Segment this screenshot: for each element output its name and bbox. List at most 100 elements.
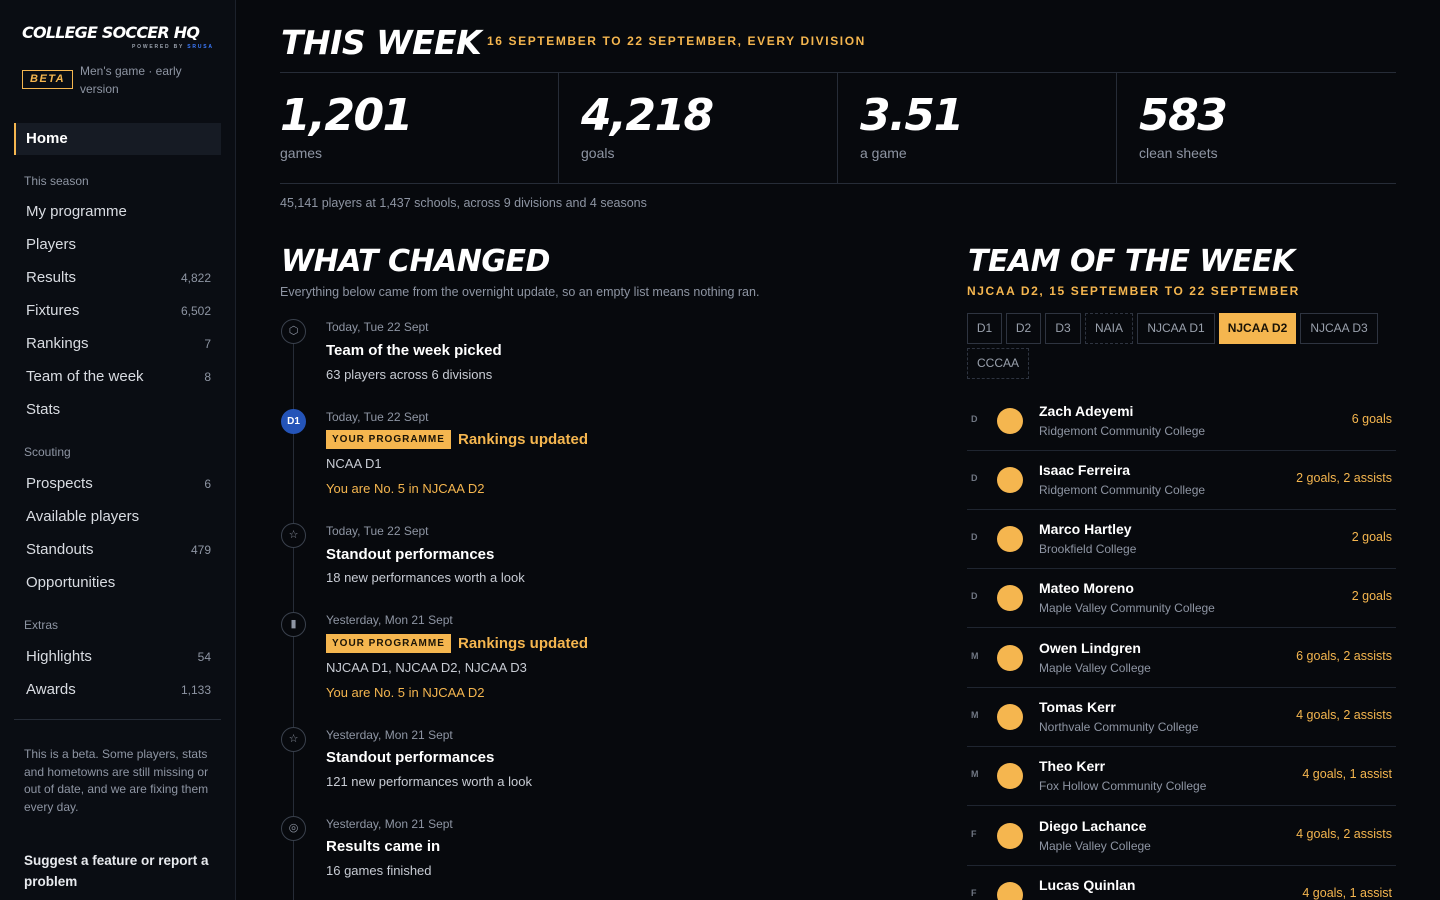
nav-item-results[interactable]: Results 4,822 xyxy=(26,267,211,289)
team-of-the-week-subtitle: NJCAA D2, 15 SEPTEMBER TO 22 SEPTEMBER xyxy=(967,284,1300,298)
player-name: Lucas Quinlan xyxy=(1039,877,1136,893)
what-changed-title: WHAT CHANGED xyxy=(281,244,550,279)
nav-item-players[interactable]: Players xyxy=(26,234,211,256)
stat-value: 3.51 xyxy=(860,90,964,141)
event-date: Today, Tue 22 Sept xyxy=(326,410,429,424)
stat-label: a game xyxy=(860,145,907,161)
nav-item-awards[interactable]: Awards 1,133 xyxy=(26,679,211,701)
nav-item-fixtures[interactable]: Fixtures 6,502 xyxy=(26,300,211,322)
player-name: Zach Adeyemi xyxy=(1039,403,1134,419)
nav-item-rankings[interactable]: Rankings 7 xyxy=(26,333,211,355)
event-detail: 16 games finished xyxy=(326,863,432,878)
player-school: Maple Valley College xyxy=(1039,661,1151,675)
event-title[interactable]: Team of the week picked xyxy=(326,342,502,359)
player-school: Fox Hollow Community College xyxy=(1039,779,1207,793)
bar-chart-icon: ▮ xyxy=(281,612,306,637)
nav-item-prospects[interactable]: Prospects 6 xyxy=(26,473,211,495)
player-name: Owen Lindgren xyxy=(1039,640,1141,656)
event-title[interactable]: Rankings updated xyxy=(458,635,588,652)
nav-item-count: 1,133 xyxy=(180,683,211,697)
nav-item-stats[interactable]: Stats xyxy=(26,399,211,421)
player-school: Ridgemont Community College xyxy=(1039,424,1206,438)
event-title[interactable]: Standout performances xyxy=(326,749,494,766)
nav-item-count: 4,822 xyxy=(180,271,211,285)
division-chip-d3[interactable]: D3 xyxy=(1045,313,1081,344)
player-row[interactable]: D Zach Adeyemi Ridgemont Community Colle… xyxy=(967,392,1396,451)
player-position: D xyxy=(971,591,978,601)
player-row[interactable]: D Mateo Moreno Maple Valley Community Co… xyxy=(967,569,1396,628)
logo-powered-by: POWERED BY SRUSA xyxy=(132,44,214,50)
nav-item-label: Stats xyxy=(26,401,61,418)
event-ranking-note: You are No. 5 in NJCAA D2 xyxy=(326,685,485,700)
nav-item-opportunities[interactable]: Opportunities xyxy=(26,572,211,594)
nav-item-standouts[interactable]: Standouts 479 xyxy=(26,539,211,561)
division-chip-njcaa-d2[interactable]: NJCAA D2 xyxy=(1219,313,1296,344)
player-school: Northvale Community College xyxy=(1039,720,1199,734)
week-stats: 1,201 games 4,218 goals 3.51 a game 583 … xyxy=(280,72,1396,184)
player-row[interactable]: D Marco Hartley Brookfield College 2 goa… xyxy=(967,510,1396,569)
nav-item-label: Available players xyxy=(26,508,140,525)
stat-goals-per-game: 3.51 a game xyxy=(838,73,1117,183)
player-stat: 4 goals, 1 assist xyxy=(1302,767,1392,781)
stat-label: clean sheets xyxy=(1139,145,1218,161)
player-row[interactable]: M Tomas Kerr Northvale Community College… xyxy=(967,688,1396,747)
player-school: Maple Valley College xyxy=(1039,839,1151,853)
player-name: Theo Kerr xyxy=(1039,758,1106,774)
nav-item-count: 479 xyxy=(190,543,211,557)
event-detail: NCAA D1 xyxy=(326,456,382,471)
event-date: Yesterday, Mon 21 Sept xyxy=(326,728,453,742)
division-chip-d1[interactable]: D1 xyxy=(967,313,1002,344)
nav-item-label: Players xyxy=(26,236,77,253)
player-position: F xyxy=(971,829,977,839)
player-row[interactable]: F Lucas Quinlan 4 goals, 1 assist xyxy=(967,866,1396,900)
logo[interactable]: COLLEGE SOCCER HQ POWERED BY SRUSA xyxy=(22,24,214,51)
event-title[interactable]: Standout performances xyxy=(326,546,494,563)
stat-value: 4,218 xyxy=(581,90,714,141)
player-row[interactable]: D Isaac Ferreira Ridgemont Community Col… xyxy=(967,451,1396,510)
avatar xyxy=(997,704,1023,730)
nav-item-label: Results xyxy=(26,269,77,286)
event-title[interactable]: Results came in xyxy=(326,838,440,855)
stat-goals: 4,218 goals xyxy=(559,73,838,183)
avatar xyxy=(997,467,1023,493)
player-row[interactable]: M Owen Lindgren Maple Valley College 6 g… xyxy=(967,629,1396,688)
event-detail: 63 players across 6 divisions xyxy=(326,367,493,382)
nav-item-home[interactable]: Home xyxy=(14,123,221,155)
beta-badge: BETA xyxy=(22,70,74,89)
nav-item-team-of-the-week[interactable]: Team of the week 8 xyxy=(26,366,211,388)
player-row[interactable]: F Diego Lachance Maple Valley College 4 … xyxy=(967,807,1396,866)
nav-item-my-programme[interactable]: My programme xyxy=(26,201,211,223)
stat-label: goals xyxy=(581,145,615,161)
player-row[interactable]: M Theo Kerr Fox Hollow Community College… xyxy=(967,747,1396,806)
player-name: Mateo Moreno xyxy=(1039,580,1134,596)
division-chip-njcaa-d1[interactable]: NJCAA D1 xyxy=(1137,313,1215,344)
avatar xyxy=(997,823,1023,849)
team-of-the-week-title: TEAM OF THE WEEK xyxy=(968,244,1295,279)
nav-item-count: 6,502 xyxy=(180,304,211,318)
nav-section-scouting: Scouting xyxy=(24,445,71,459)
nav-item-count: 7 xyxy=(204,337,211,351)
beta-note: This is a beta. Some players, stats and … xyxy=(24,747,209,814)
avatar xyxy=(997,763,1023,789)
logo-powered-brand: SRUSA xyxy=(187,44,214,50)
nav-item-highlights[interactable]: Highlights 54 xyxy=(26,646,211,668)
sidebar: COLLEGE SOCCER HQ POWERED BY SRUSA BETA … xyxy=(0,0,236,900)
avatar xyxy=(997,882,1023,900)
nav-item-label: My programme xyxy=(26,203,127,220)
player-stat: 2 goals, 2 assists xyxy=(1296,471,1392,485)
division-d1-icon: D1 xyxy=(281,409,306,434)
stat-value: 1,201 xyxy=(280,90,413,141)
division-chip-d2[interactable]: D2 xyxy=(1006,313,1041,344)
division-chip-njcaa-d3[interactable]: NJCAA D3 xyxy=(1300,313,1378,344)
nav-item-count: 6 xyxy=(204,477,211,491)
player-stat: 4 goals, 1 assist xyxy=(1302,886,1392,900)
player-stat: 2 goals xyxy=(1351,530,1392,544)
player-stat: 4 goals, 2 assists xyxy=(1296,708,1392,722)
feedback-link[interactable]: Suggest a feature or report a problem xyxy=(24,850,219,892)
stat-label: games xyxy=(280,145,323,161)
player-stat: 6 goals xyxy=(1351,412,1392,426)
division-chip-naia[interactable]: NAIA xyxy=(1085,313,1133,344)
event-title[interactable]: Rankings updated xyxy=(458,431,588,448)
division-chip-cccaa[interactable]: CCCAA xyxy=(967,348,1029,379)
nav-item-available-players[interactable]: Available players xyxy=(26,506,211,528)
